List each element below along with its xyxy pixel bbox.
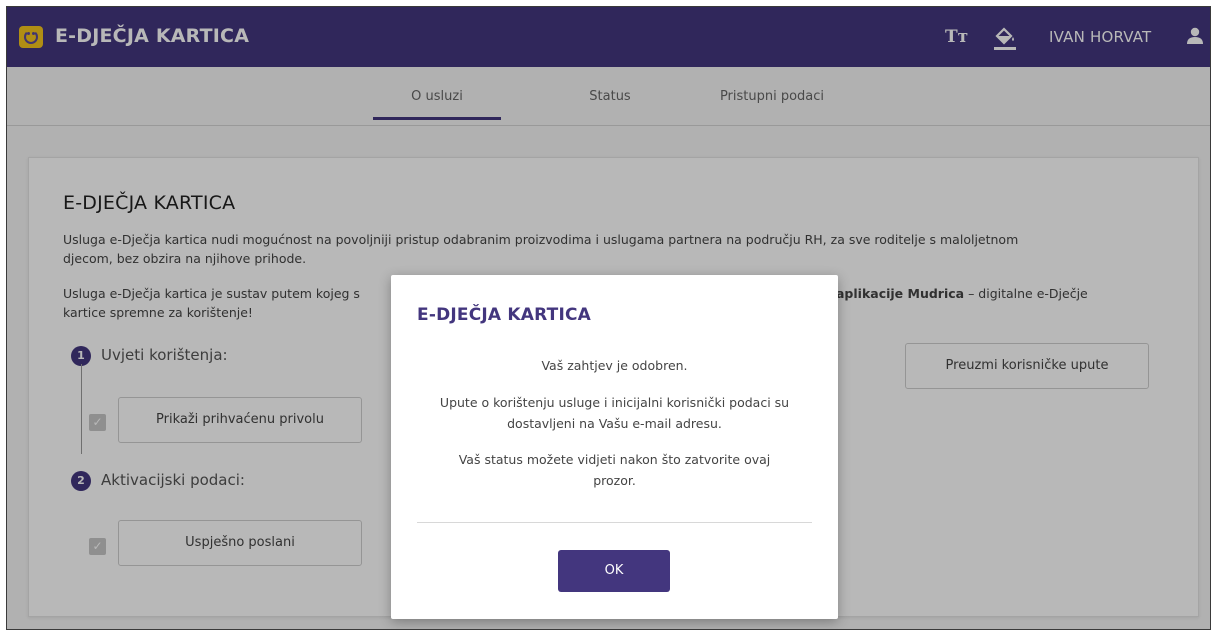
- approval-dialog: E-DJEČJA KARTICA Vaš zahtjev je odobren.…: [391, 275, 838, 619]
- app-window: E-DJEČJA KARTICA Tт IVAN HORVAT O usluzi…: [6, 6, 1211, 630]
- dialog-title: E-DJEČJA KARTICA: [417, 305, 592, 325]
- dialog-message-email-line-2: dostavljeni na Vašu e-mail adresu.: [507, 416, 722, 431]
- dialog-message-approved: Vaš zahtjev je odobren.: [541, 358, 688, 373]
- dialog-message-status-line-2: prozor.: [593, 473, 636, 488]
- ok-button[interactable]: OK: [558, 550, 670, 592]
- dialog-message-status-line-1: Vaš status možete vidjeti nakon što zatv…: [458, 452, 771, 467]
- dialog-divider: [417, 522, 812, 523]
- dialog-message-email-line-1: Upute o korištenju usluge i inicijalni k…: [439, 395, 790, 410]
